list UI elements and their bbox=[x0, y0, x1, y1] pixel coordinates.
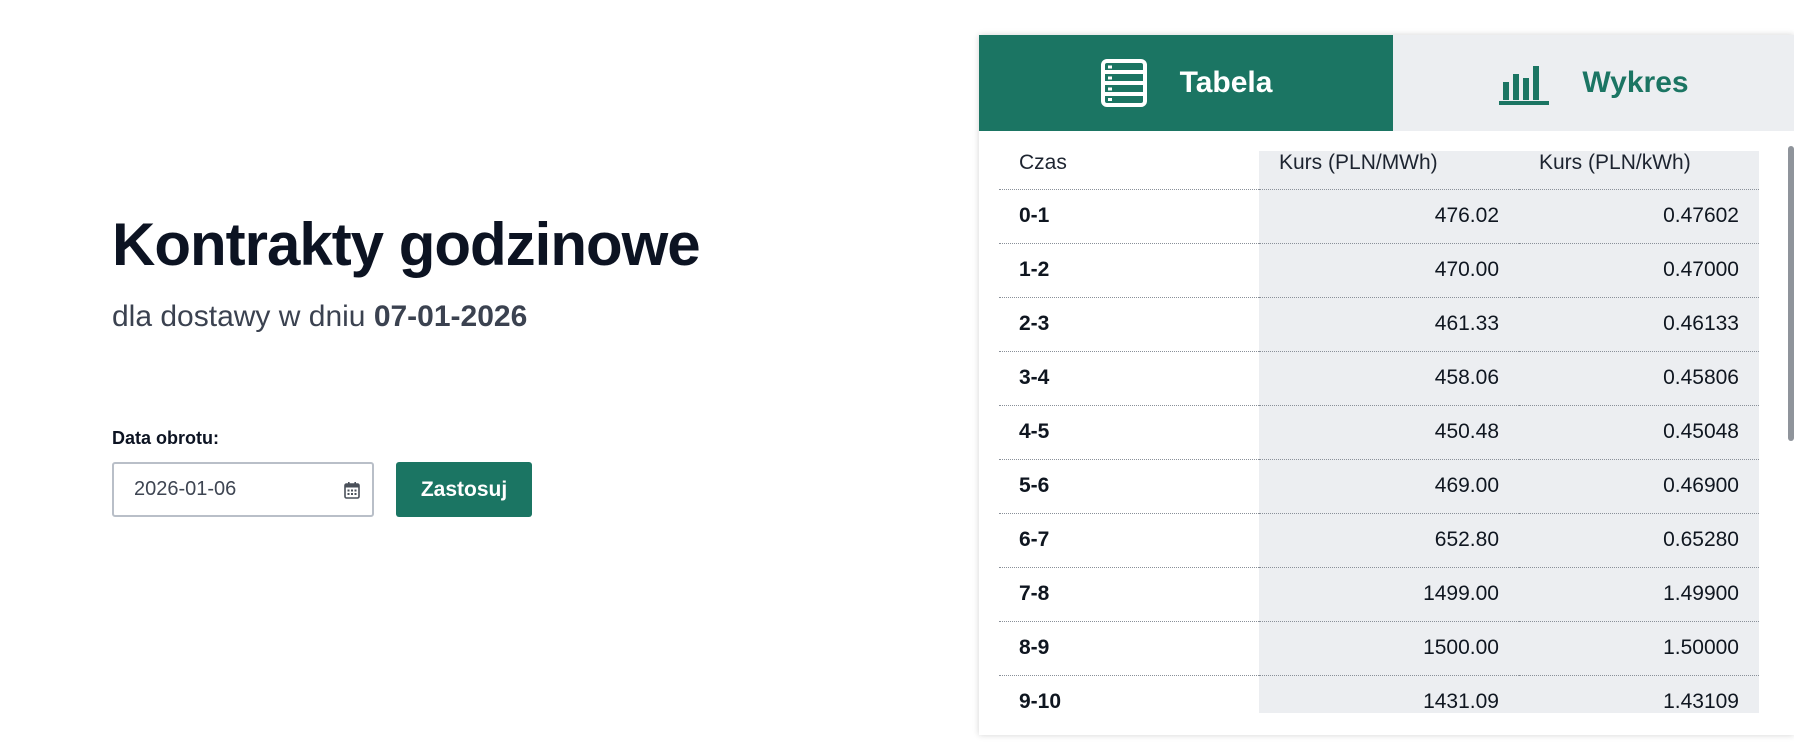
delivery-date-subtitle: dla dostawy w dniu 07-01-2026 bbox=[112, 300, 527, 334]
cell-price-mwh: 458.06 bbox=[1259, 351, 1519, 406]
tab-chart-label: Wykres bbox=[1582, 66, 1689, 99]
cell-price-kwh: 0.47000 bbox=[1519, 243, 1759, 298]
table-scrollbar[interactable] bbox=[1788, 146, 1794, 441]
trade-date-input[interactable]: 2026-01-06 bbox=[112, 462, 374, 517]
cell-price-mwh: 476.02 bbox=[1259, 189, 1519, 244]
table-row: 9-10 1431.09 1.43109 bbox=[999, 675, 1759, 713]
cell-time: 5-6 bbox=[999, 459, 1259, 514]
table-row: 3-4 458.06 0.45806 bbox=[999, 351, 1759, 406]
price-table-container: Czas Kurs (PLN/MWh) Kurs (PLN/kWh) 0-1 4… bbox=[999, 151, 1759, 713]
subtitle-prefix: dla dostawy w dniu bbox=[112, 300, 374, 333]
table-row: 8-9 1500.00 1.50000 bbox=[999, 621, 1759, 676]
bar-chart-icon bbox=[1499, 66, 1550, 105]
view-tabs: Tabela Wykres bbox=[979, 35, 1794, 131]
cell-price-kwh: 0.46133 bbox=[1519, 297, 1759, 352]
cell-price-kwh: 0.45806 bbox=[1519, 351, 1759, 406]
cell-price-mwh: 461.33 bbox=[1259, 297, 1519, 352]
apply-button[interactable]: Zastosuj bbox=[396, 462, 532, 517]
cell-price-kwh: 1.50000 bbox=[1519, 621, 1759, 676]
table-header-row: Czas Kurs (PLN/MWh) Kurs (PLN/kWh) bbox=[999, 151, 1759, 190]
cell-time: 4-5 bbox=[999, 405, 1259, 460]
trade-date-label: Data obrotu: bbox=[112, 428, 219, 448]
cell-time: 6-7 bbox=[999, 513, 1259, 568]
tab-table[interactable]: Tabela bbox=[979, 35, 1393, 131]
cell-price-kwh: 0.65280 bbox=[1519, 513, 1759, 568]
cell-time: 3-4 bbox=[999, 351, 1259, 406]
cell-time: 2-3 bbox=[999, 297, 1259, 352]
delivery-date: 07-01-2026 bbox=[373, 300, 528, 333]
cell-price-kwh: 0.46900 bbox=[1519, 459, 1759, 514]
cell-time: 0-1 bbox=[999, 189, 1259, 244]
cell-price-kwh: 0.47602 bbox=[1519, 189, 1759, 244]
price-table: Czas Kurs (PLN/MWh) Kurs (PLN/kWh) 0-1 4… bbox=[999, 151, 1759, 713]
column-header-price-kwh: Kurs (PLN/kWh) bbox=[1519, 151, 1759, 190]
table-row: 4-5 450.48 0.45048 bbox=[999, 405, 1759, 460]
cell-time: 8-9 bbox=[999, 621, 1259, 676]
table-icon bbox=[1100, 59, 1147, 107]
cell-price-mwh: 1500.00 bbox=[1259, 621, 1519, 676]
table-row: 6-7 652.80 0.65280 bbox=[999, 513, 1759, 568]
tab-chart[interactable]: Wykres bbox=[1393, 35, 1794, 131]
table-row: 5-6 469.00 0.46900 bbox=[999, 459, 1759, 514]
cell-price-mwh: 469.00 bbox=[1259, 459, 1519, 514]
cell-price-kwh: 1.49900 bbox=[1519, 567, 1759, 622]
calendar-icon[interactable] bbox=[344, 481, 360, 499]
cell-price-kwh: 0.45048 bbox=[1519, 405, 1759, 460]
column-header-time: Czas bbox=[999, 151, 1259, 190]
table-row: 0-1 476.02 0.47602 bbox=[999, 189, 1759, 244]
table-row: 2-3 461.33 0.46133 bbox=[999, 297, 1759, 352]
cell-time: 1-2 bbox=[999, 243, 1259, 298]
cell-price-kwh: 1.43109 bbox=[1519, 675, 1759, 713]
cell-price-mwh: 652.80 bbox=[1259, 513, 1519, 568]
cell-time: 7-8 bbox=[999, 567, 1259, 622]
results-panel: Tabela Wykres Czas Kurs (PLN/MWh) Kurs (… bbox=[979, 35, 1794, 735]
table-row: 7-8 1499.00 1.49900 bbox=[999, 567, 1759, 622]
page-title: Kontrakty godzinowe bbox=[112, 211, 701, 278]
cell-price-mwh: 470.00 bbox=[1259, 243, 1519, 298]
trade-date-value: 2026-01-06 bbox=[134, 478, 237, 500]
tab-table-label: Tabela bbox=[1179, 66, 1273, 99]
cell-price-mwh: 1499.00 bbox=[1259, 567, 1519, 622]
cell-price-mwh: 450.48 bbox=[1259, 405, 1519, 460]
cell-price-mwh: 1431.09 bbox=[1259, 675, 1519, 713]
cell-time: 9-10 bbox=[999, 675, 1259, 713]
table-row: 1-2 470.00 0.47000 bbox=[999, 243, 1759, 298]
column-header-price-mwh: Kurs (PLN/MWh) bbox=[1259, 151, 1519, 190]
